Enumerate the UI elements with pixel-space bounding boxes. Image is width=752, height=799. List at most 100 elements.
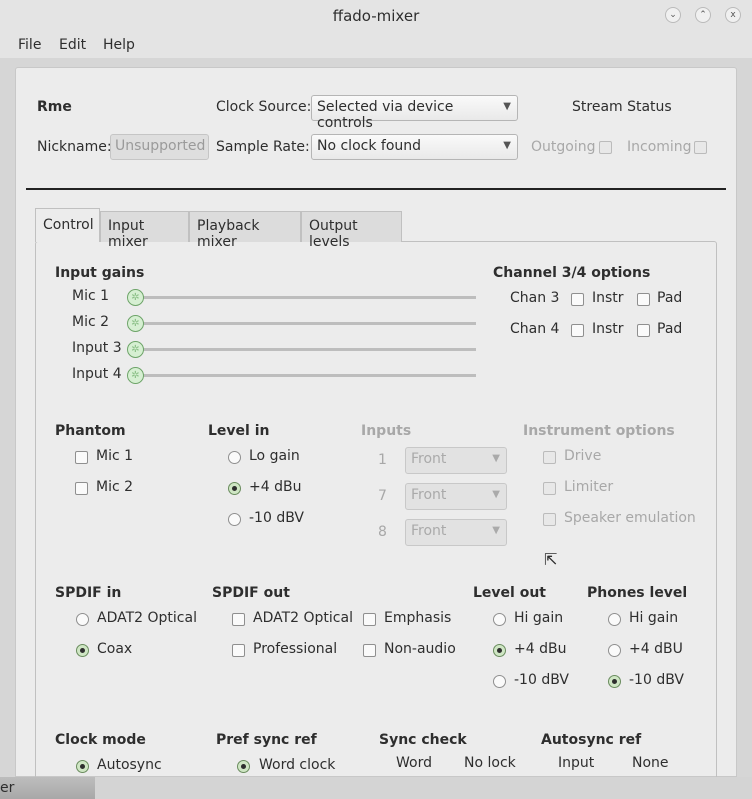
input-number: 8 [378,524,387,540]
instr-checkbox[interactable] [571,324,584,337]
input-select-value: Front [411,523,447,539]
clock-source-select[interactable]: Selected via device controls ▼ [311,95,518,131]
sample-rate-label: Sample Rate: [216,139,310,155]
spdif-in-heading: SPDIF in [55,585,122,601]
phantom-checkbox[interactable] [75,482,88,495]
title-bar: ffado-mixer ⌄ ⌃ x [0,0,752,33]
autosync-radio[interactable] [76,760,89,773]
tab-input-mixer[interactable]: Input mixer [100,211,189,250]
spdif-out-checkbox[interactable] [232,644,245,657]
menu-file[interactable]: File [18,37,41,53]
gain-slider-handle[interactable]: ✲ [127,341,144,358]
level-in-option: +4 dBu [249,479,302,495]
spdif-in-option: Coax [97,641,133,657]
pad-label: Pad [657,321,683,337]
sync-check-label: Word [396,755,432,771]
tab-output-levels[interactable]: Output levels [301,211,402,250]
word-clock-label: Word clock [259,757,336,773]
instrument-checkbox [543,513,556,526]
sync-check-heading: Sync check [379,732,467,748]
level-in-radio[interactable] [228,513,241,526]
close-button[interactable]: x [725,7,741,23]
tab-playback-mixer[interactable]: Playback mixer [189,211,301,250]
spdif-in-radio[interactable] [76,613,89,626]
incoming-label: Incoming [627,139,692,155]
phantom-heading: Phantom [55,423,126,439]
sample-rate-select[interactable]: No clock found ▼ [311,134,518,160]
level-out-radio[interactable] [493,613,506,626]
phones-option: -10 dBV [629,672,684,688]
gain-label: Input 3 [72,340,122,356]
level-out-option: +4 dBu [514,641,567,657]
tab-control[interactable]: Control [35,208,100,242]
chevron-down-icon: ▼ [492,453,500,464]
inputs-heading: Inputs [361,423,412,439]
level-in-heading: Level in [208,423,270,439]
phones-radio[interactable] [608,644,621,657]
instr-label: Instr [592,290,624,306]
gain-label: Mic 1 [72,288,110,304]
spdif-out-checkbox[interactable] [363,613,376,626]
spdif-out-checkbox[interactable] [363,644,376,657]
menu-help[interactable]: Help [103,37,135,53]
taskbar-window-button[interactable]: er [0,777,95,799]
level-in-option: Lo gain [249,448,300,464]
word-clock-radio[interactable] [237,760,250,773]
instrument-label: Limiter [564,479,614,495]
gain-slider-track[interactable] [142,348,476,351]
menu-edit[interactable]: Edit [59,37,86,53]
gain-slider-handle[interactable]: ✲ [127,367,144,384]
nickname-input[interactable]: Unsupported [110,134,209,160]
instr-checkbox[interactable] [571,293,584,306]
input-number: 7 [378,488,387,504]
level-in-option: -10 dBV [249,510,304,526]
phantom-label: Mic 2 [96,479,134,495]
window-title: ffado-mixer [332,7,420,25]
taskbar: er [0,777,752,799]
phantom-label: Mic 1 [96,448,134,464]
minimize-button[interactable]: ⌄ [665,7,681,23]
gain-slider-track[interactable] [142,296,476,299]
autosync-ref-value: None [632,755,669,771]
phones-radio[interactable] [608,675,621,688]
level-in-radio[interactable] [228,482,241,495]
taskbar-label: er [0,780,15,796]
maximize-button[interactable]: ⌃ [695,7,711,23]
instrument-label: Drive [564,448,602,464]
input-number: 1 [378,452,387,468]
input-select: Front ▼ [405,483,507,510]
pref-sync-heading: Pref sync ref [216,732,317,748]
level-out-option: Hi gain [514,610,564,626]
spdif-out-heading: SPDIF out [212,585,290,601]
gain-slider-handle[interactable]: ✲ [127,289,144,306]
phones-radio[interactable] [608,613,621,626]
phantom-checkbox[interactable] [75,451,88,464]
clock-mode-heading: Clock mode [55,732,146,748]
level-out-option: -10 dBV [514,672,569,688]
input-gains-heading: Input gains [55,265,145,281]
level-out-radio[interactable] [493,675,506,688]
gain-label: Mic 2 [72,314,110,330]
instrument-checkbox [543,451,556,464]
spdif-out-label: Professional [253,641,338,657]
level-in-radio[interactable] [228,451,241,464]
spdif-in-option: ADAT2 Optical [97,610,197,626]
instrument-heading: Instrument options [523,423,675,439]
sync-check-value: No lock [464,755,516,771]
pad-checkbox[interactable] [637,324,650,337]
spdif-out-label: ADAT2 Optical [253,610,353,626]
gain-slider-track[interactable] [142,322,476,325]
mouse-cursor-icon: ⇱ [544,550,558,569]
gain-slider-handle[interactable]: ✲ [127,315,144,332]
level-out-radio[interactable] [493,644,506,657]
outgoing-checkbox [599,141,612,154]
pad-checkbox[interactable] [637,293,650,306]
spdif-out-label: Emphasis [384,610,452,626]
instrument-label: Speaker emulation [564,510,696,526]
spdif-in-radio[interactable] [76,644,89,657]
clock-source-label: Clock Source: [216,99,312,115]
input-select: Front ▼ [405,519,507,546]
phones-option: Hi gain [629,610,679,626]
gain-slider-track[interactable] [142,374,476,377]
spdif-out-checkbox[interactable] [232,613,245,626]
